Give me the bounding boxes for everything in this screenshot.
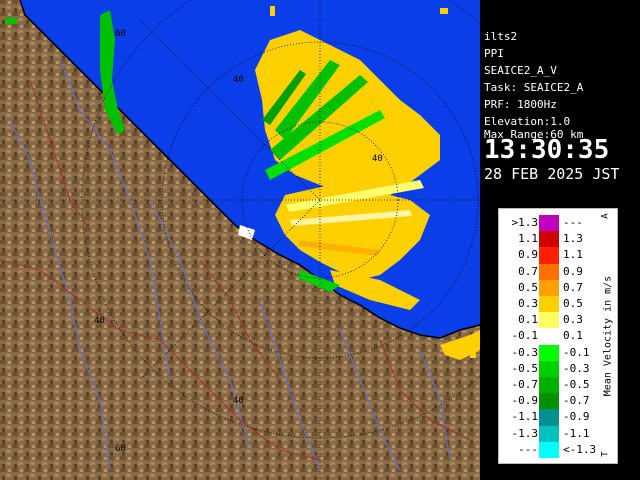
legend-right-value: 0.5 bbox=[563, 297, 583, 310]
legend-left-value: -0.7 bbox=[511, 378, 539, 391]
legend-right-value: -0.1 bbox=[563, 345, 590, 359]
scan-date: 28 FEB 2025 JST bbox=[484, 165, 620, 183]
legend-left-value: 1.1 bbox=[518, 232, 538, 246]
legend-right-value: --- bbox=[563, 216, 583, 229]
legend-swatch bbox=[539, 425, 559, 442]
legend-right-value: -0.9 bbox=[563, 410, 590, 424]
legend-right-value: 0.9 bbox=[563, 264, 583, 278]
legend-swatch bbox=[539, 441, 559, 458]
ring-label: 40 bbox=[233, 75, 244, 85]
legend-left-value: 0.9 bbox=[518, 248, 538, 262]
legend-right-value: 1.3 bbox=[563, 232, 583, 246]
legend-swatch bbox=[539, 393, 559, 410]
legend-corner-top: A bbox=[600, 213, 611, 219]
legend-left-value: -0.1 bbox=[511, 329, 539, 343]
legend-title-box: Mean Velocity in m/s bbox=[599, 209, 617, 463]
legend-left-value: -0.9 bbox=[511, 394, 539, 408]
legend-left-value: -0.3 bbox=[511, 345, 539, 359]
legend-right-value: <-1.3 bbox=[563, 442, 597, 456]
legend-left-value: --- bbox=[518, 442, 538, 456]
legend-right-value: -0.7 bbox=[563, 394, 590, 408]
scan-time: 13:30:35 bbox=[484, 135, 610, 165]
legend-swatch bbox=[539, 409, 559, 426]
legend-corner-bottom: T bbox=[600, 451, 611, 457]
legend-swatch bbox=[539, 231, 559, 248]
legend-right-value: -0.3 bbox=[563, 361, 590, 375]
legend-left-value: 0.7 bbox=[518, 264, 538, 278]
legend-left-value: 0.3 bbox=[518, 297, 538, 310]
legend-right-value: -1.1 bbox=[563, 426, 590, 440]
prf-value: PRF: 1800Hz bbox=[484, 98, 557, 111]
ring-label: 40 bbox=[94, 316, 105, 326]
legend-right-value: 0.7 bbox=[563, 280, 583, 294]
task-name: Task: SEAICE2_A bbox=[484, 81, 584, 94]
legend-swatch bbox=[539, 215, 559, 232]
legend-swatch bbox=[539, 296, 559, 313]
scan-info-panel: ilts2 PPI SEAICE2_A_V Task: SEAICE2_A PR… bbox=[480, 26, 640, 186]
legend-right-value: -0.5 bbox=[563, 378, 590, 391]
legend-left-value: -1.3 bbox=[511, 426, 539, 440]
legend-swatch bbox=[539, 360, 559, 377]
legend-swatch bbox=[539, 328, 559, 345]
ring-label: 40 bbox=[372, 154, 383, 164]
legend-left-value: -0.5 bbox=[511, 361, 539, 375]
legend-left-value: -1.1 bbox=[511, 410, 539, 424]
ring-label: 60 bbox=[115, 29, 126, 39]
legend-left-value: >1.3 bbox=[511, 216, 539, 229]
legend-swatch bbox=[539, 344, 559, 361]
velocity-legend: >1.3 --- 1.1 1.3 0.9 1.1 0.7 0.9 0.5 0.7 0.3 0.5 0.1… bbox=[498, 208, 618, 464]
legend-right-value: 0.3 bbox=[563, 313, 583, 327]
legend-title: Mean Velocity in m/s bbox=[602, 275, 614, 397]
legend-right-value: 1.1 bbox=[563, 248, 583, 262]
legend-swatch bbox=[539, 377, 559, 394]
legend-left-value: 0.1 bbox=[518, 313, 538, 327]
legend-swatch bbox=[539, 247, 559, 264]
product-type: PPI bbox=[484, 47, 504, 60]
station-name: ilts2 bbox=[484, 30, 518, 43]
legend-right-value: 0.1 bbox=[563, 329, 583, 343]
ring-label: 60 bbox=[115, 444, 126, 454]
scan-name: SEAICE2_A_V bbox=[484, 64, 557, 77]
elevation-value: Elevation:1.0 bbox=[484, 115, 571, 128]
legend-swatch bbox=[539, 263, 559, 280]
radar-map[interactable]: 60 40 40 40 40 60 bbox=[0, 0, 480, 480]
ring-label: 40 bbox=[233, 396, 244, 406]
legend-swatch bbox=[539, 312, 559, 329]
legend-swatch bbox=[539, 279, 559, 296]
legend-left-value: 0.5 bbox=[518, 280, 538, 294]
radar-display: { "info": { "station": "ilts2", "product… bbox=[0, 0, 640, 480]
